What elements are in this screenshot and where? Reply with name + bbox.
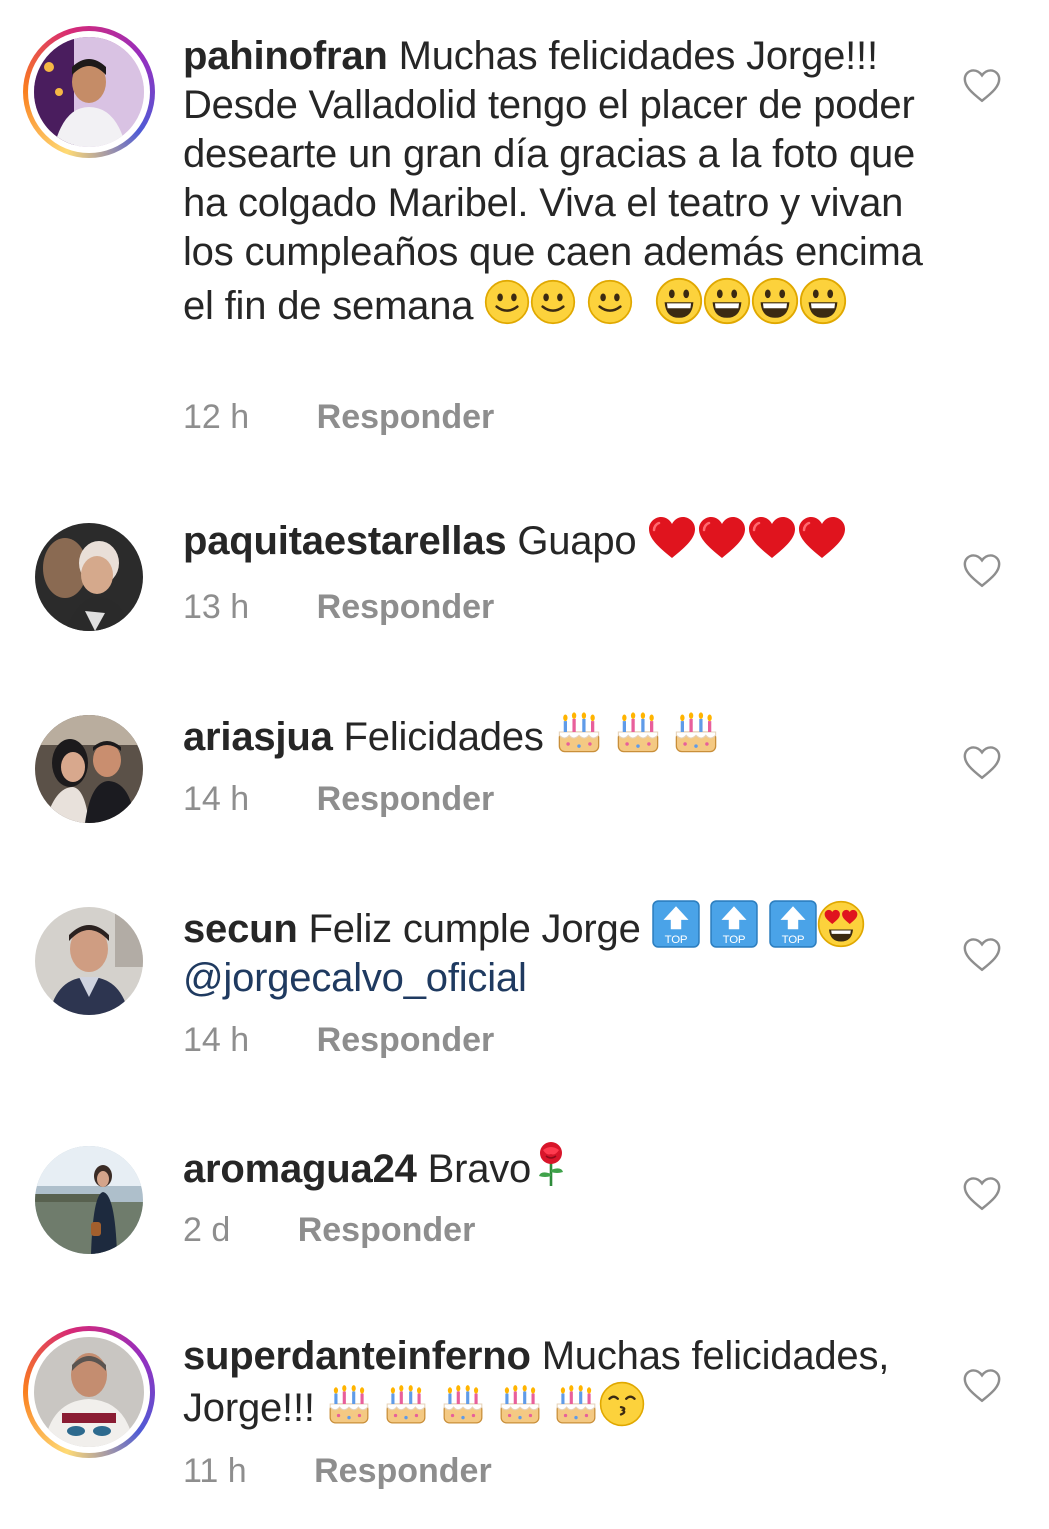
comment-username[interactable]: aromagua24: [183, 1147, 417, 1191]
avatar[interactable]: [23, 26, 155, 158]
grinning-face-icon: [751, 277, 799, 325]
slightly-smiling-face-icon: [587, 279, 633, 325]
like-heart-icon[interactable]: [962, 1368, 1002, 1404]
birthday-cake-icon: [326, 1381, 372, 1427]
mention-link[interactable]: @jorgecalvo_oficial: [183, 956, 527, 1000]
comment-text: superdanteinferno Muchas felicidades, Jo…: [183, 1332, 923, 1433]
red-heart-icon: [647, 516, 697, 560]
comment-meta: 13 h Responder: [183, 588, 494, 627]
grinning-face-icon: [799, 277, 847, 325]
comment-username[interactable]: paquitaestarellas: [183, 519, 507, 563]
avatar[interactable]: [35, 1146, 143, 1254]
comment-time: 2 d: [183, 1211, 231, 1249]
comment-username[interactable]: pahinofran: [183, 34, 388, 78]
comment-message: Guapo: [517, 519, 637, 563]
birthday-cake-icon: [383, 1381, 429, 1427]
rose-icon: [531, 1140, 571, 1188]
like-heart-icon[interactable]: [962, 1176, 1002, 1212]
comment-text: paquitaestarellas Guapo: [183, 516, 923, 566]
avatar[interactable]: [35, 715, 143, 823]
comment-time: 13 h: [183, 588, 250, 626]
like-heart-icon[interactable]: [962, 937, 1002, 973]
heart-eyes-face-icon: [817, 900, 865, 948]
reply-button[interactable]: Responder: [317, 398, 495, 436]
slightly-smiling-face-icon: [530, 279, 576, 325]
like-heart-icon[interactable]: [962, 553, 1002, 589]
grinning-face-icon: [655, 277, 703, 325]
birthday-cake-icon: [553, 1381, 599, 1427]
top-arrow-icon: [710, 900, 758, 948]
reply-button[interactable]: Responder: [314, 1452, 492, 1490]
comment-message: Felicidades: [343, 715, 544, 759]
avatar[interactable]: [23, 1326, 155, 1458]
birthday-cake-icon: [672, 708, 720, 756]
comment-username[interactable]: ariasjua: [183, 715, 333, 759]
comment-time: 14 h: [183, 1021, 250, 1059]
comment-text: aromagua24 Bravo: [183, 1140, 923, 1194]
comment-message: Bravo: [427, 1147, 532, 1191]
comment-text: ariasjua Felicidades: [183, 708, 923, 762]
kissing-face-icon: [599, 1381, 645, 1427]
comment-meta: 2 d Responder: [183, 1211, 475, 1250]
reply-button[interactable]: Responder: [317, 1021, 495, 1059]
comment-time: 11 h: [183, 1452, 247, 1490]
comment-username[interactable]: superdanteinferno: [183, 1334, 531, 1378]
red-heart-icon: [747, 516, 797, 560]
comment-meta: 11 h Responder: [183, 1452, 492, 1491]
like-heart-icon[interactable]: [962, 68, 1002, 104]
red-heart-icon: [797, 516, 847, 560]
comment-text: secun Feliz cumple Jorge @jorgecalvo_ofi…: [183, 900, 923, 1003]
comment-message: Feliz cumple Jorge: [308, 907, 641, 951]
like-heart-icon[interactable]: [962, 745, 1002, 781]
top-arrow-icon: [769, 900, 817, 948]
comment-username[interactable]: secun: [183, 907, 298, 951]
reply-button[interactable]: Responder: [317, 780, 495, 818]
slightly-smiling-face-icon: [484, 279, 530, 325]
red-heart-icon: [697, 516, 747, 560]
comment-meta: 12 h Responder: [183, 398, 494, 437]
comment-meta: 14 h Responder: [183, 780, 494, 819]
avatar[interactable]: [35, 907, 143, 1015]
comment-time: 14 h: [183, 780, 250, 818]
comment-time: 12 h: [183, 398, 250, 436]
birthday-cake-icon: [614, 708, 662, 756]
grinning-face-icon: [703, 277, 751, 325]
birthday-cake-icon: [440, 1381, 486, 1427]
comment-meta: 14 h Responder: [183, 1021, 494, 1060]
reply-button[interactable]: Responder: [298, 1211, 476, 1249]
birthday-cake-icon: [555, 708, 603, 756]
comment-text: pahinofran Muchas felicidades Jorge!!! D…: [183, 32, 923, 331]
birthday-cake-icon: [497, 1381, 543, 1427]
reply-button[interactable]: Responder: [317, 588, 495, 626]
avatar[interactable]: [35, 523, 143, 631]
top-arrow-icon: [652, 900, 700, 948]
